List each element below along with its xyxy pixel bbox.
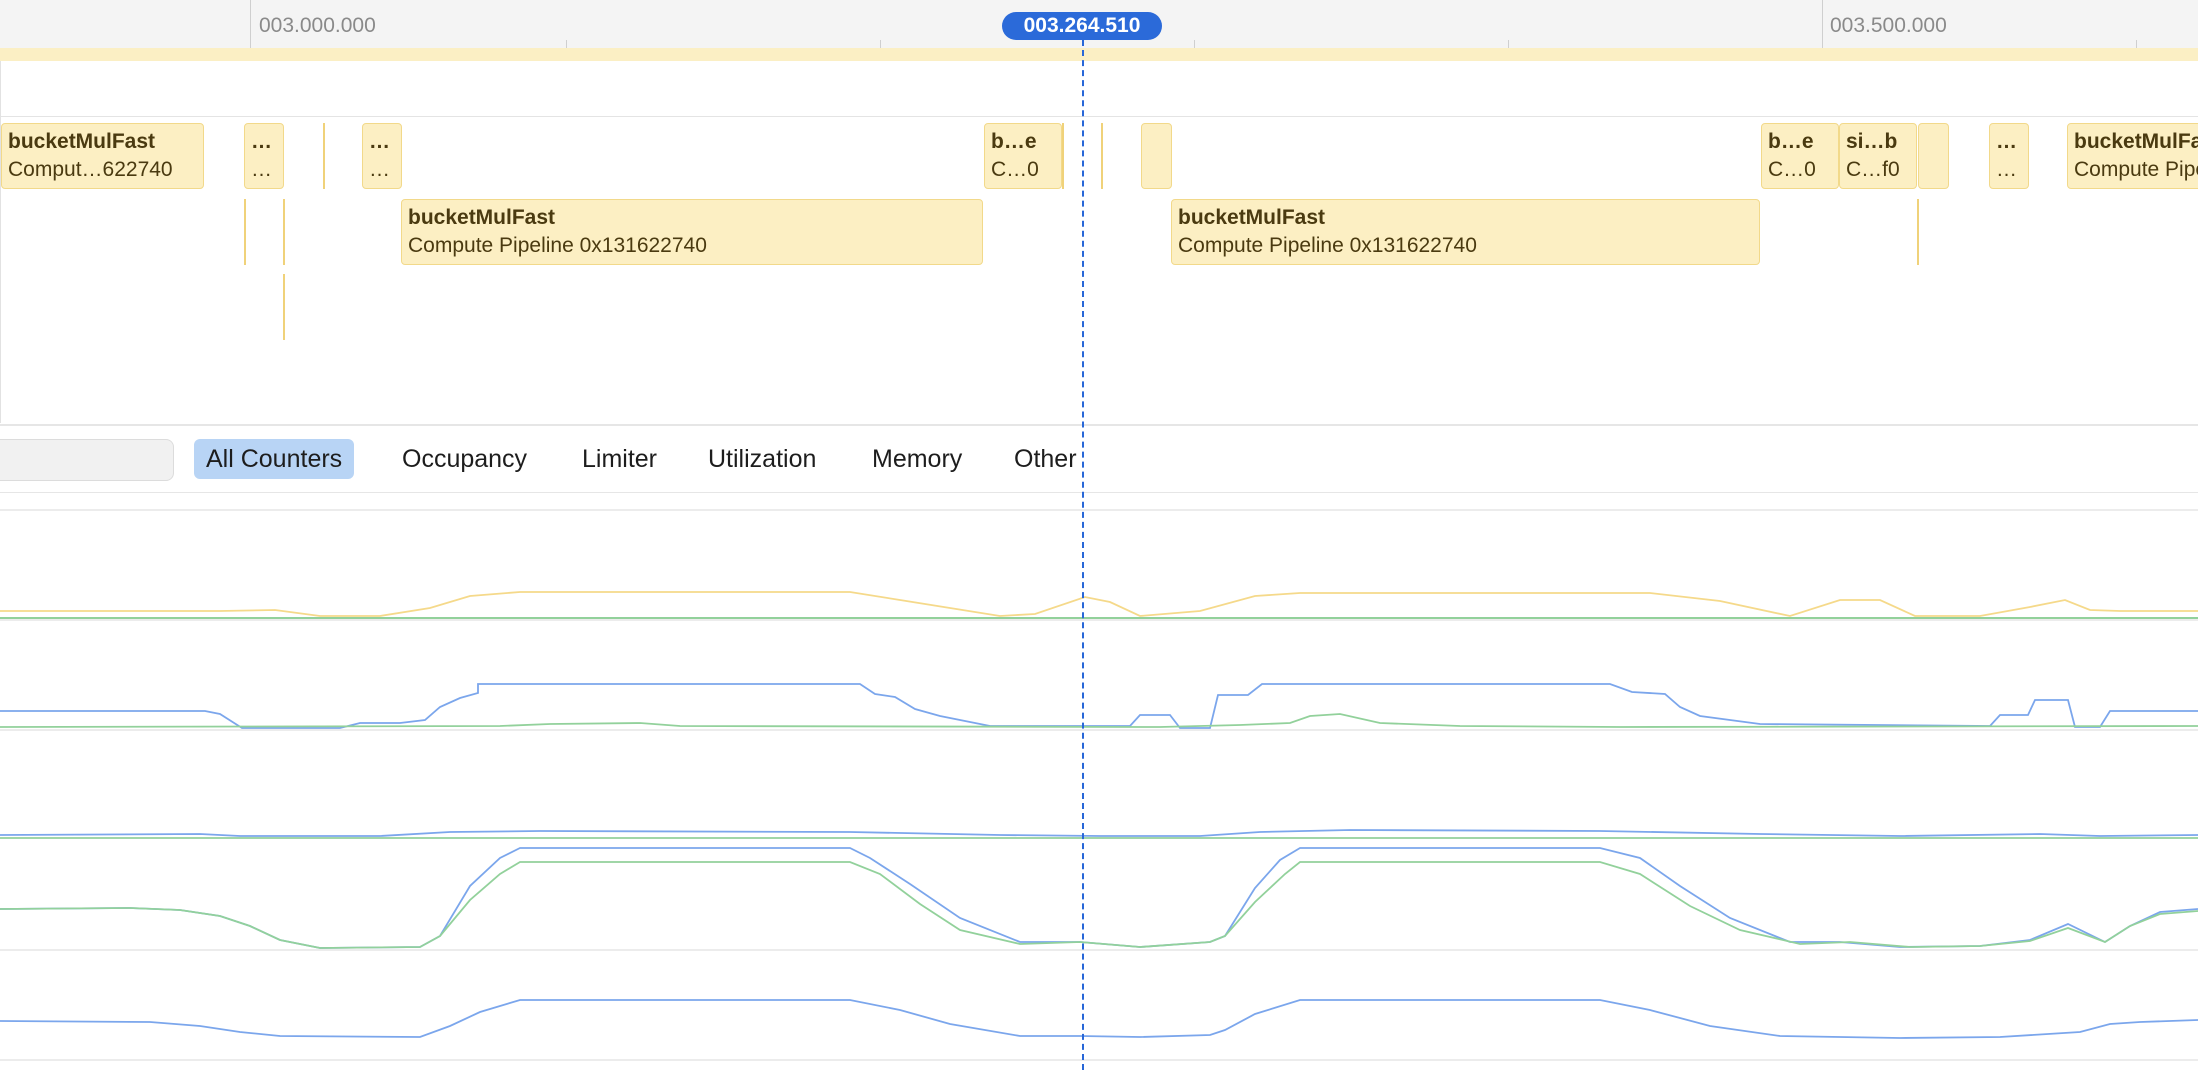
event-subtitle: Compute Pipeline 0x131622740 [408, 234, 707, 257]
ruler-minor-tick [1508, 40, 1509, 48]
event-subtitle: C…0 [991, 158, 1039, 181]
event-title: bucketMulFast [1178, 206, 1326, 229]
event-title: … [369, 130, 390, 153]
event-subtitle: … [369, 158, 390, 181]
event-sliver[interactable] [283, 274, 285, 340]
event-sliver[interactable] [244, 199, 246, 265]
event-sliver[interactable] [1062, 123, 1064, 189]
counter-graph-canvas [0, 509, 2198, 1061]
timeline-event[interactable]: … … [1989, 123, 2029, 189]
counter-series-line [0, 683, 2198, 729]
event-subtitle: C…f0 [1846, 158, 1900, 181]
ruler-minor-tick [1194, 40, 1195, 48]
ruler-minor-tick [880, 40, 881, 48]
counter-graphs[interactable] [0, 490, 2198, 1070]
timeline-event[interactable]: b…e C…0 [1761, 123, 1839, 189]
timeline-event[interactable]: … … [362, 123, 402, 189]
tab-utilization[interactable]: Utilization [696, 439, 828, 479]
counter-series-line [0, 591, 2198, 617]
ruler-tick-label: 003.500.000 [1830, 14, 1947, 37]
event-title: … [251, 130, 272, 153]
ruler-tick [250, 0, 251, 48]
timeline-event[interactable]: bucketMulFast Compute Pipeline 0x1316227… [2067, 123, 2198, 189]
tab-occupancy[interactable]: Occupancy [390, 439, 539, 479]
event-sliver[interactable] [1101, 123, 1103, 189]
event-subtitle: C…0 [1768, 158, 1816, 181]
timeline-event[interactable]: b…e C…0 [984, 123, 1062, 189]
tab-other[interactable]: Other [1002, 439, 1089, 479]
event-title: bucketMulFast [408, 206, 556, 229]
timeline-event[interactable] [1141, 123, 1172, 189]
event-subtitle: … [251, 158, 272, 181]
event-sliver[interactable] [1917, 199, 1919, 265]
pipeline-track-area[interactable]: bucketMulFast Comput…622740 … … … … b…e … [0, 61, 2198, 423]
encoder-summary-strip [0, 48, 2198, 61]
event-subtitle: Comput…622740 [8, 158, 173, 181]
tab-all-counters[interactable]: All Counters [194, 439, 355, 479]
ruler-minor-tick [2136, 40, 2137, 48]
ruler-tick [1822, 0, 1823, 48]
event-subtitle: … [1996, 158, 2017, 181]
event-subtitle: Compute Pipeline 0x131622740 [1178, 234, 1477, 257]
counter-series-line [0, 829, 2198, 837]
event-title: b…e [1768, 130, 1814, 153]
timeline-event[interactable]: si…b C…f0 [1839, 123, 1917, 189]
counter-filter-bar: All Counters Occupancy Limiter Utilizati… [0, 424, 2198, 493]
counter-series-line [0, 847, 2198, 949]
event-title: si…b [1846, 130, 1898, 153]
timeline-event[interactable] [1918, 123, 1949, 189]
counter-series-line [0, 999, 2198, 1039]
tab-memory[interactable]: Memory [860, 439, 974, 479]
timeline-event[interactable]: … … [244, 123, 284, 189]
ruler-tick-label: 003.000.000 [259, 14, 376, 37]
track-divider [1, 116, 2198, 117]
ruler-minor-tick [566, 40, 567, 48]
event-title: b…e [991, 130, 1037, 153]
event-title: bucketMulFast [2074, 130, 2198, 153]
event-sliver[interactable] [323, 123, 325, 189]
playhead-line[interactable] [1082, 40, 1084, 1070]
timeline-event[interactable]: bucketMulFast Compute Pipeline 0x1316227… [401, 199, 983, 265]
event-sliver[interactable] [283, 199, 285, 265]
event-title: bucketMulFast [8, 130, 156, 153]
tab-limiter[interactable]: Limiter [570, 439, 669, 479]
counter-series-line [0, 861, 2198, 949]
playhead-time-label[interactable]: 003.264.510 [1002, 12, 1162, 40]
timeline-event[interactable]: bucketMulFast Comput…622740 [1, 123, 204, 189]
counter-search-field[interactable] [0, 439, 174, 481]
timeline-event[interactable]: bucketMulFast Compute Pipeline 0x1316227… [1171, 199, 1760, 265]
event-title: … [1996, 130, 2017, 153]
event-subtitle: Compute Pipeline 0x131622740 [2074, 158, 2198, 181]
